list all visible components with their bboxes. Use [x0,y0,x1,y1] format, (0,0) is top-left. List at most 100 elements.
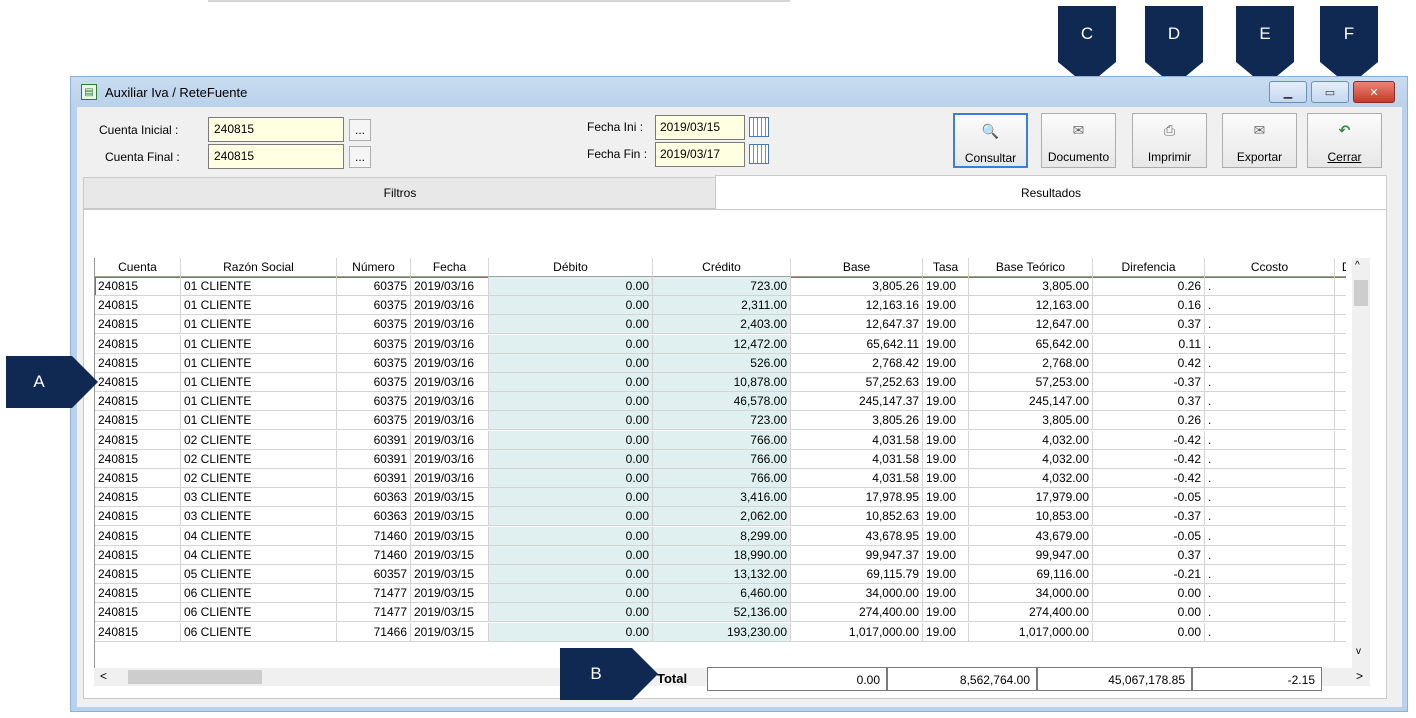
scroll-right-icon[interactable]: > [1356,669,1363,683]
column-header[interactable]: Ccosto [1205,258,1335,277]
scroll-up-icon[interactable]: ^ [1355,260,1360,271]
table-cell: 19.00 [923,603,969,623]
table-cell: 2019/03/15 [411,507,489,527]
table-row[interactable]: 240815 06 CLIENTE 71477 2019/03/15 0.00 52,13… [95,603,1346,623]
table-row[interactable]: 240815 01 CLIENTE 60375 2019/03/16 0.00 10,87… [95,373,1346,392]
consultar-button[interactable]: 🔍 Consultar [953,113,1028,168]
table-cell: 60375 [337,315,411,335]
scroll-left-icon[interactable]: < [100,669,107,683]
table-cell: 1,017,000.00 [791,622,923,642]
title-bar[interactable]: ▤ Auxiliar Iva / ReteFuente ▁ ▭ ✕ [71,77,1407,107]
cuenta-inicial-input[interactable]: 240815 [208,117,344,142]
tab-filtros[interactable]: Filtros [83,177,717,209]
table-row[interactable]: 240815 01 CLIENTE 60375 2019/03/16 0.00 2,403… [95,315,1346,335]
exportar-button[interactable]: ✉ Exportar [1222,113,1297,168]
table-cell: . [1205,296,1335,316]
table-row[interactable]: 240815 03 CLIENTE 60363 2019/03/15 0.00 3,416… [95,488,1346,508]
table-cell: 240815 [95,430,181,450]
vertical-scrollbar[interactable]: ^ v [1352,258,1370,668]
table-row[interactable]: 240815 04 CLIENTE 71460 2019/03/15 0.00 8,299… [95,526,1346,546]
table-cell [1335,450,1346,469]
table-cell: 60363 [337,507,411,527]
table-cell: 0.00 [489,526,653,546]
callout-f-label: F [1343,24,1355,43]
table-row[interactable]: 240815 01 CLIENTE 60375 2019/03/16 0.00 723.0… [95,411,1346,431]
maximize-button[interactable]: ▭ [1311,81,1349,103]
column-header[interactable]: Cuenta [95,258,181,277]
table-cell: 0.00 [1093,603,1205,623]
table-cell: 04 CLIENTE [181,526,337,546]
table-row[interactable]: 240815 04 CLIENTE 71460 2019/03/15 0.00 18,99… [95,545,1346,565]
column-header[interactable]: De [1335,258,1346,277]
table-cell: 2019/03/15 [411,584,489,604]
column-header[interactable]: Tasa [923,258,969,277]
table-cell: 19.00 [923,296,969,316]
table-cell: 04 CLIENTE [181,545,337,565]
main-window: ▤ Auxiliar Iva / ReteFuente ▁ ▭ ✕ Cuenta… [70,76,1408,712]
table-cell: . [1205,334,1335,354]
cuenta-inicial-lookup-button[interactable]: ... [349,119,371,141]
horizontal-scroll-thumb[interactable] [128,670,262,684]
table-cell: 69,115.79 [791,565,923,584]
column-header[interactable]: Número [337,258,411,277]
table-row[interactable]: 240815 01 CLIENTE 60375 2019/03/16 0.00 12,47… [95,334,1346,354]
table-row[interactable]: 240815 06 CLIENTE 71466 2019/03/15 0.00 193,2… [95,622,1346,642]
results-grid[interactable]: Cuenta Razón Social Número Fecha Débito Crédi… [94,258,1346,668]
table-cell: 2,062.00 [653,507,791,527]
table-row[interactable]: 240815 05 CLIENTE 60357 2019/03/15 0.00 13,13… [95,565,1346,584]
table-row[interactable]: 240815 01 CLIENTE 60375 2019/03/16 0.00 2,311… [95,296,1346,316]
cuenta-final-input[interactable]: 240815 [208,144,344,169]
table-row[interactable]: 240815 06 CLIENTE 71477 2019/03/15 0.00 6,460… [95,584,1346,604]
table-cell: 240815 [95,277,181,296]
table-cell: 723.00 [653,411,791,431]
maximize-icon: ▭ [1324,86,1336,99]
fecha-ini-input[interactable]: 2019/03/15 [655,115,745,140]
cuenta-final-lookup-button[interactable]: ... [349,146,371,168]
table-row[interactable]: 240815 01 CLIENTE 60375 2019/03/16 0.00 723.0… [95,277,1346,296]
magnifier-icon: 🔍 [981,123,1000,139]
fecha-fin-input[interactable]: 2019/03/17 [655,142,745,167]
table-cell: 193,230.00 [653,622,791,642]
table-cell: 2,311.00 [653,296,791,316]
column-header[interactable]: Direfencia [1093,258,1205,277]
calendar-icon[interactable] [749,117,769,137]
tab-resultados[interactable]: Resultados [715,175,1387,209]
table-cell [1335,431,1346,450]
table-cell: 4,032.00 [969,449,1093,469]
table-row[interactable]: 240815 02 CLIENTE 60391 2019/03/16 0.00 766.0… [95,469,1346,488]
column-header[interactable]: Crédito [653,258,791,277]
table-cell: 2019/03/15 [411,603,489,623]
close-icon: ✕ [1369,86,1379,99]
documento-button[interactable]: ✉ Documento [1041,113,1116,168]
table-cell: 12,647.00 [969,315,1093,335]
column-header[interactable]: Razón Social [181,258,337,277]
minimize-button[interactable]: ▁ [1269,81,1307,103]
table-cell: 69,116.00 [969,565,1093,584]
table-cell: 60363 [337,488,411,508]
column-header[interactable]: Fecha [411,258,489,277]
table-cell [1335,392,1346,412]
table-row[interactable]: 240815 02 CLIENTE 60391 2019/03/16 0.00 766.0… [95,449,1346,469]
table-row[interactable]: 240815 01 CLIENTE 60375 2019/03/16 0.00 526.0… [95,353,1346,373]
scroll-down-icon[interactable]: v [1356,646,1361,657]
table-cell: . [1205,565,1335,584]
table-cell: 19.00 [923,430,969,450]
vertical-scroll-thumb[interactable] [1354,280,1368,306]
table-cell: 240815 [95,488,181,508]
table-row[interactable]: 240815 01 CLIENTE 60375 2019/03/16 0.00 46,57… [95,392,1346,412]
table-cell: 19.00 [923,488,969,508]
close-window-button[interactable]: ✕ [1353,81,1395,103]
imprimir-button[interactable]: ⎙ Imprimir [1132,113,1207,168]
table-cell: 0.00 [489,430,653,450]
table-cell: 0.00 [489,392,653,412]
cerrar-button[interactable]: ↶ Cerrar [1307,113,1382,168]
table-row[interactable]: 240815 03 CLIENTE 60363 2019/03/15 0.00 2,062… [95,507,1346,527]
table-row[interactable]: 240815 02 CLIENTE 60391 2019/03/16 0.00 766.0… [95,430,1346,450]
column-header[interactable]: Base [791,258,923,277]
calendar-icon[interactable] [749,144,769,164]
column-header[interactable]: Débito [489,258,653,277]
table-cell: 0.00 [489,411,653,431]
table-cell [1335,277,1346,296]
column-header[interactable]: Base Teórico [969,258,1093,277]
table-cell [1335,623,1346,642]
